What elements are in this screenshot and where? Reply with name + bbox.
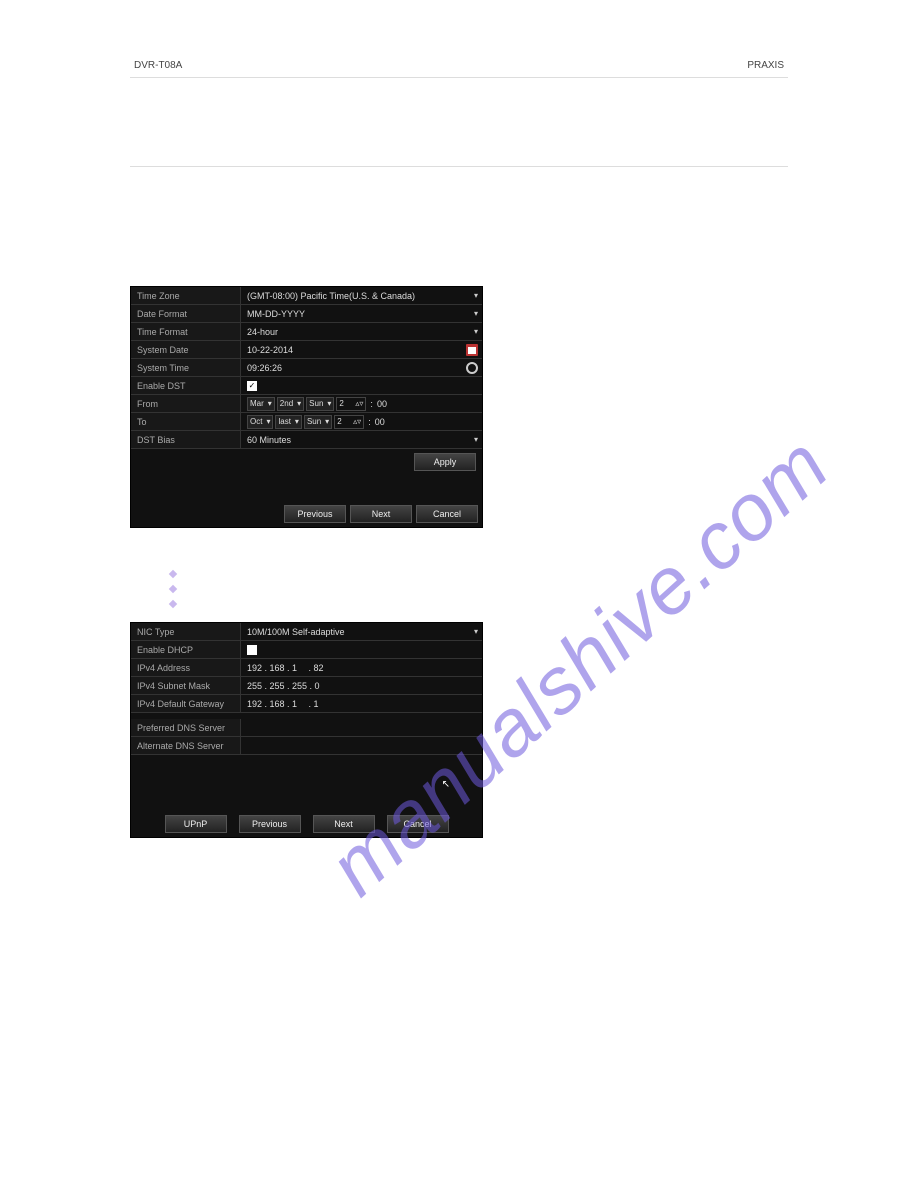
checkbox-dhcp[interactable]	[247, 645, 257, 655]
nav-buttons: Previous Next Cancel	[131, 501, 482, 527]
bullet-1: 1 self-adaptive 10M/100M network interfa…	[170, 567, 788, 582]
colon-text: :	[366, 417, 373, 427]
value-systime: 09:26:26	[247, 363, 282, 373]
label-from: From	[131, 395, 241, 412]
label-adns: Alternate DNS Server	[131, 737, 241, 754]
step-1-text: 1. Enter the Wizard interface if start w…	[130, 254, 788, 265]
label-dateformat: Date Format	[131, 305, 241, 322]
value-ipv4mask: 255 . 255 . 255 . 0	[247, 681, 320, 691]
next-button[interactable]: Next	[350, 505, 412, 523]
chapter-title: Chapter 2 Getting Started	[130, 205, 788, 231]
label-pdns: Preferred DNS Server	[131, 719, 241, 736]
apply-row: Apply	[131, 449, 482, 471]
spacer	[131, 471, 482, 501]
value-nictype: 10M/100M Self-adaptive	[247, 627, 345, 637]
bullet-3: And three working modes are configurable…	[170, 597, 788, 612]
chapter-block: Chapter 2 Getting Started Steps: 1. Ente…	[130, 205, 788, 280]
figure-caption-2: Figure 2.5 Network Configuration	[130, 842, 788, 852]
chevron-down-icon: ▾	[474, 309, 482, 318]
from-month-select[interactable]: Mar▾	[247, 397, 275, 411]
label-ipv4addr: IPv4 Address	[131, 659, 241, 676]
divider	[130, 166, 788, 167]
row-systime[interactable]: System Time 09:26:26	[131, 359, 482, 377]
value-ipv4gw: 192 . 168 . 1 . 1	[247, 699, 319, 709]
label-ipv4gw: IPv4 Default Gateway	[131, 695, 241, 712]
cursor-icon: ↖	[442, 779, 450, 790]
nav-buttons: UPnP Previous Next Cancel	[131, 811, 482, 837]
label-to: To	[131, 413, 241, 430]
to-day-select[interactable]: Sun▾	[304, 415, 332, 429]
to-week-select[interactable]: last▾	[275, 415, 301, 429]
row-to: To Oct▾ last▾ Sun▾ 2▵▿ : 00	[131, 413, 482, 431]
step-3-text: 3. After the time settings, click Next b…	[130, 550, 788, 561]
label-dstbias: DST Bias	[131, 431, 241, 448]
row-adns[interactable]: Alternate DNS Server	[131, 737, 482, 755]
row-dateformat[interactable]: Date Format MM-DD-YYYY ▾	[131, 305, 482, 323]
row-timezone[interactable]: Time Zone (GMT-08:00) Pacific Time(U.S. …	[131, 287, 482, 305]
value-timeformat: 24-hour	[247, 327, 278, 337]
steps-heading: Steps:	[130, 239, 788, 250]
row-timeformat[interactable]: Time Format 24-hour ▾	[131, 323, 482, 341]
row-ipv4mask[interactable]: IPv4 Subnet Mask 255 . 255 . 255 . 0	[131, 677, 482, 695]
apply-button[interactable]: Apply	[414, 453, 476, 471]
value-ipv4addr: 192 . 168 . 1 . 82	[247, 663, 324, 673]
from-hour-spinner[interactable]: 2▵▿	[336, 397, 366, 411]
note-bullets: 1 self-adaptive 10M/100M network interfa…	[170, 567, 788, 612]
label-sysdate: System Date	[131, 341, 241, 358]
chevron-down-icon: ▾	[474, 627, 482, 636]
document-page: DVR-T08A PRAXIS Chapter 2 Getting Starte…	[0, 0, 918, 1188]
divider	[130, 77, 788, 78]
upnp-button[interactable]: UPnP	[165, 815, 227, 833]
from-min: 00	[377, 399, 387, 409]
step-2-text: 2. Click Next button on the Wizard windo…	[130, 269, 788, 280]
brand-label: PRAXIS	[747, 60, 784, 71]
label-timezone: Time Zone	[131, 287, 241, 304]
to-month-select[interactable]: Oct▾	[247, 415, 273, 429]
network-config-panel: NIC Type 10M/100M Self-adaptive ▾ Enable…	[130, 622, 483, 838]
row-nictype[interactable]: NIC Type 10M/100M Self-adaptive ▾	[131, 623, 482, 641]
value-timezone: (GMT-08:00) Pacific Time(U.S. & Canada)	[247, 291, 415, 301]
to-hour-spinner[interactable]: 2▵▿	[334, 415, 364, 429]
row-ipv4addr[interactable]: IPv4 Address 192 . 168 . 1 . 82	[131, 659, 482, 677]
row-ipv4gw[interactable]: IPv4 Default Gateway 192 . 168 . 1 . 1	[131, 695, 482, 713]
to-min: 00	[375, 417, 385, 427]
label-dhcp: Enable DHCP	[131, 641, 241, 658]
chevron-down-icon: ▾	[474, 435, 482, 444]
datetime-settings-panel: Time Zone (GMT-08:00) Pacific Time(U.S. …	[130, 286, 483, 528]
from-week-select[interactable]: 2nd▾	[277, 397, 304, 411]
row-pdns[interactable]: Preferred DNS Server	[131, 719, 482, 737]
value-dateformat: MM-DD-YYYY	[247, 309, 305, 319]
chevron-down-icon: ▾	[474, 327, 482, 336]
model-label: DVR-T08A	[134, 60, 182, 71]
label-systime: System Time	[131, 359, 241, 376]
spacer: ↖	[131, 755, 482, 811]
row-dhcp: Enable DHCP	[131, 641, 482, 659]
value-sysdate: 10-22-2014	[247, 345, 293, 355]
label-timeformat: Time Format	[131, 323, 241, 340]
page-header: DVR-T08A PRAXIS	[130, 60, 788, 75]
row-dstbias[interactable]: DST Bias 60 Minutes ▾	[131, 431, 482, 449]
row-from: From Mar▾ 2nd▾ Sun▾ 2▵▿ : 00	[131, 395, 482, 413]
calendar-icon[interactable]	[466, 344, 478, 356]
figure-caption-1: Figure 2.4 Date and Time Settings	[130, 532, 788, 542]
clock-icon[interactable]	[466, 362, 478, 374]
row-enabledst: Enable DST ✓	[131, 377, 482, 395]
next-button[interactable]: Next	[313, 815, 375, 833]
checkbox-enabledst[interactable]: ✓	[247, 381, 257, 391]
cancel-button[interactable]: Cancel	[416, 505, 478, 523]
value-dstbias: 60 Minutes	[247, 435, 291, 445]
label-nictype: NIC Type	[131, 623, 241, 640]
label-enabledst: Enable DST	[131, 377, 241, 394]
row-sysdate[interactable]: System Date 10-22-2014	[131, 341, 482, 359]
page-number: 23	[0, 1141, 918, 1152]
cancel-button[interactable]: Cancel	[387, 815, 449, 833]
colon-text: :	[368, 399, 375, 409]
label-ipv4mask: IPv4 Subnet Mask	[131, 677, 241, 694]
previous-button[interactable]: Previous	[284, 505, 346, 523]
bullet-2: 2 self-adaptive 10M/100M/1000M network i…	[170, 582, 788, 597]
chevron-down-icon: ▾	[474, 291, 482, 300]
previous-button[interactable]: Previous	[239, 815, 301, 833]
from-day-select[interactable]: Sun▾	[306, 397, 334, 411]
